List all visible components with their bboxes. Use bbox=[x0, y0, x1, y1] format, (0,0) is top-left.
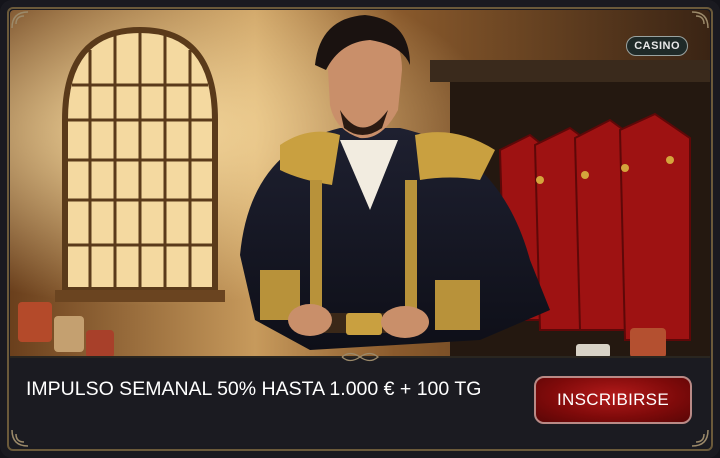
hero-image: CASINO bbox=[10, 10, 710, 358]
promo-bar: IMPULSO SEMANAL 50% HASTA 1.000 € + 100 … bbox=[10, 358, 710, 446]
casino-badge: CASINO bbox=[626, 36, 688, 56]
center-ornament-icon bbox=[341, 352, 379, 362]
promo-card: CASINO IMPULSO SEMANAL 50% HASTA 1.000 €… bbox=[0, 0, 720, 458]
corner-ornament-icon bbox=[11, 429, 29, 447]
corner-ornament-icon bbox=[11, 11, 29, 29]
window bbox=[55, 26, 225, 302]
corner-ornament-icon bbox=[691, 11, 709, 29]
corner-ornament-icon bbox=[691, 429, 709, 447]
promo-title: IMPULSO SEMANAL 50% HASTA 1.000 € + 100 … bbox=[26, 378, 482, 400]
register-button[interactable]: INSCRIBIRSE bbox=[534, 376, 692, 424]
